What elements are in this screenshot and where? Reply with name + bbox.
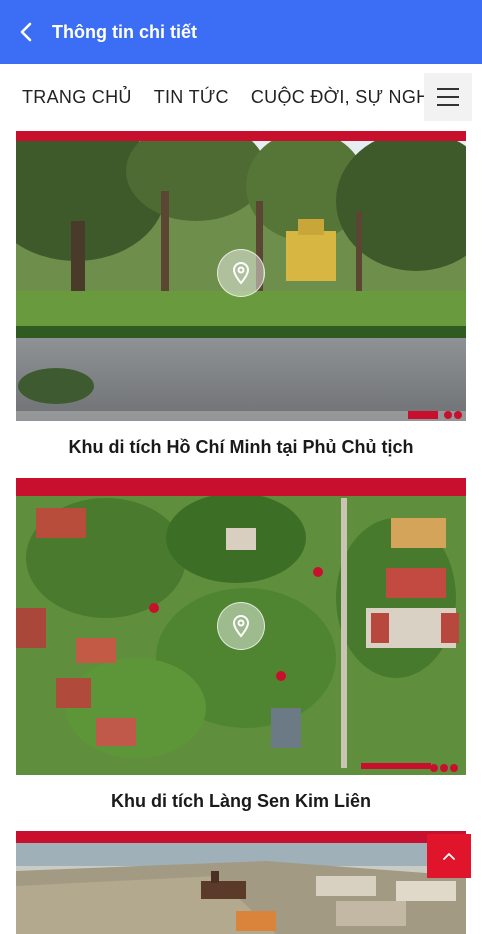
nav-item-home[interactable]: TRANG CHỦ — [22, 87, 132, 108]
chevron-up-icon — [443, 853, 455, 860]
menu-button[interactable] — [424, 73, 472, 121]
card-title-1[interactable]: Khu di tích Hồ Chí Minh tại Phủ Chủ tịch — [0, 437, 482, 458]
map-pin-icon — [232, 262, 250, 285]
map-pin-button[interactable] — [217, 249, 265, 297]
map-pin-icon — [232, 615, 250, 638]
scroll-to-top-button[interactable] — [427, 834, 471, 878]
nav-item-news[interactable]: TIN TỨC — [154, 87, 229, 108]
card-title-2[interactable]: Khu di tích Làng Sen Kim Liên — [0, 791, 482, 812]
river-port-image — [16, 831, 466, 934]
top-navbar: TRANG CHỦ TIN TỨC CUỘC ĐỜI, SỰ NGHIỆP — [0, 64, 482, 130]
card-image-phu-chu-tich[interactable] — [16, 131, 466, 421]
app-header: Thông tin chi tiết — [0, 0, 482, 64]
map-pin-button[interactable] — [217, 602, 265, 650]
card-image-lang-sen[interactable] — [16, 478, 466, 775]
page-title: Thông tin chi tiết — [52, 21, 197, 42]
chevron-left-icon — [20, 22, 32, 42]
back-button[interactable] — [0, 0, 52, 64]
card-image-3[interactable] — [16, 831, 466, 934]
hamburger-icon — [437, 88, 459, 90]
